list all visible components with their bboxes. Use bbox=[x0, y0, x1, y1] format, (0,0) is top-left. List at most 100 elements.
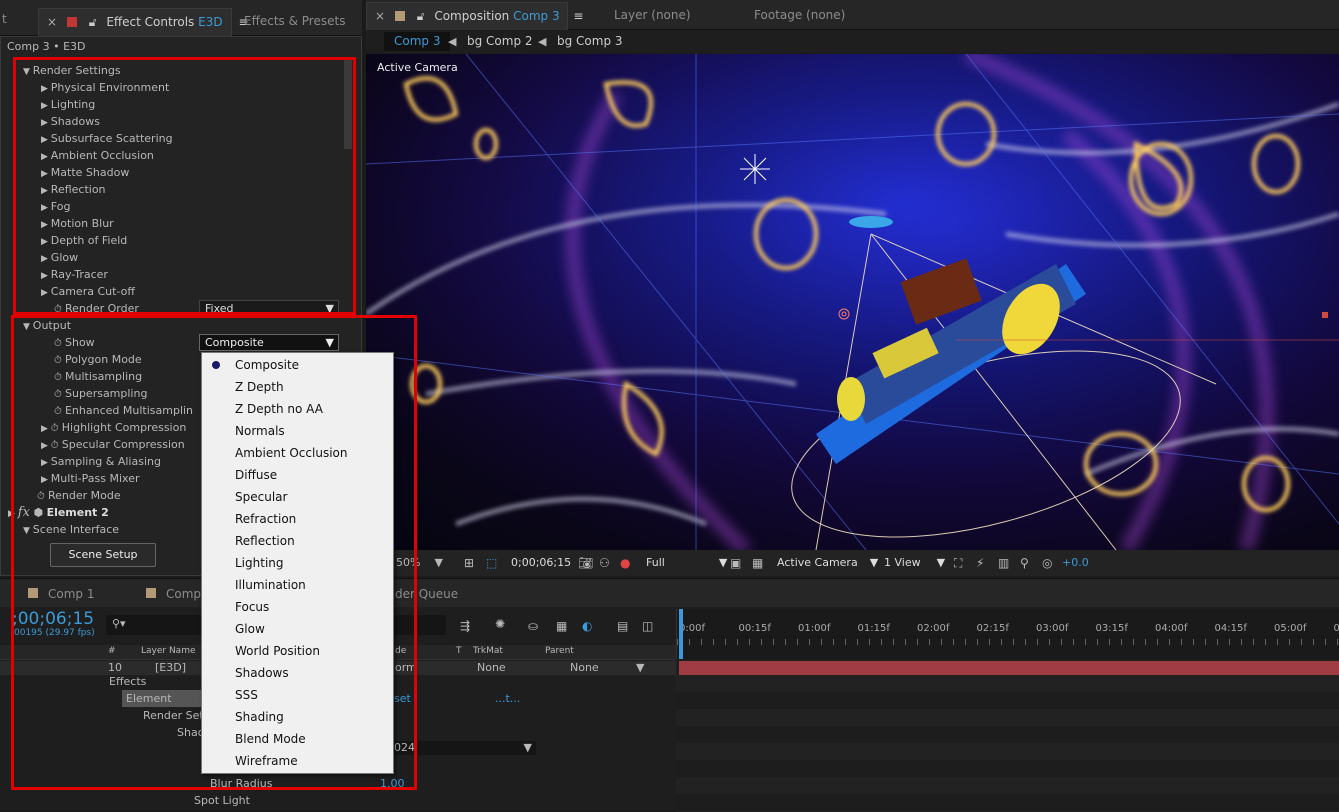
dropdown-option[interactable]: Specular bbox=[202, 486, 393, 508]
scrollbar[interactable] bbox=[344, 59, 352, 149]
dropdown-option[interactable]: Ambient Occlusion bbox=[202, 442, 393, 464]
scene-setup-button[interactable]: Scene Setup bbox=[50, 543, 156, 567]
twirl-closed-icon[interactable]: ▶ bbox=[41, 101, 51, 111]
draft-3d-icon[interactable]: ✺ bbox=[495, 617, 505, 631]
twirl-closed-icon[interactable]: ▶ bbox=[41, 288, 51, 298]
twirl-closed-icon[interactable]: ▶ bbox=[41, 475, 51, 485]
view-layout-select[interactable]: 1 View▼ bbox=[884, 554, 945, 571]
close-icon[interactable]: × bbox=[47, 15, 57, 29]
tl-blur-value[interactable]: 1.00 bbox=[380, 775, 405, 792]
fx-icon[interactable]: fx bbox=[18, 505, 30, 520]
twirl-closed-icon[interactable]: ▶ bbox=[41, 458, 51, 468]
cut-tab[interactable]: t bbox=[0, 8, 9, 32]
resolution-select[interactable]: Full▼ bbox=[646, 554, 727, 571]
scene-interface-group[interactable]: ▼ Scene Interface bbox=[23, 521, 119, 540]
twirl-closed-icon[interactable]: ▶ bbox=[41, 254, 51, 264]
dropdown-option[interactable]: Reflection bbox=[202, 530, 393, 552]
panel-menu-icon[interactable]: ≡ bbox=[573, 9, 583, 23]
dropdown-option[interactable]: Shadows bbox=[202, 662, 393, 684]
tl-reset[interactable]: set bbox=[394, 690, 411, 707]
lock-icon[interactable]: 🔓︎ bbox=[417, 9, 425, 23]
stopwatch-icon[interactable]: ⏱︎ bbox=[54, 338, 65, 349]
dropdown-option[interactable]: Refraction bbox=[202, 508, 393, 530]
dropdown-option[interactable]: Composite bbox=[202, 354, 393, 376]
stopwatch-icon[interactable]: ⏱︎ bbox=[51, 423, 62, 434]
motion-blur-icon[interactable]: ◐ bbox=[582, 619, 592, 633]
tab-comp1[interactable]: Comp 1 bbox=[20, 583, 102, 607]
twirl-closed-icon[interactable]: ▶ bbox=[41, 186, 51, 196]
tl-element[interactable]: Element bbox=[122, 690, 202, 707]
parent-value[interactable]: None bbox=[570, 659, 599, 676]
timecode-display[interactable]: 0;00;06;15 bbox=[511, 554, 571, 571]
dropdown-option[interactable]: Z Depth no AA bbox=[202, 398, 393, 420]
tab-layer[interactable]: Layer (none) bbox=[606, 2, 699, 30]
twirl-closed-icon[interactable]: ▶ bbox=[8, 509, 18, 519]
tab-footage[interactable]: Footage (none) bbox=[746, 2, 853, 30]
checkerboard-icon[interactable]: ▦ bbox=[752, 556, 763, 570]
flowchart-icon[interactable]: ⚲ bbox=[1020, 556, 1029, 570]
twirl-closed-icon[interactable]: ▶ bbox=[41, 237, 51, 247]
twirl-closed-icon[interactable]: ▶ bbox=[41, 135, 51, 145]
twirl-closed-icon[interactable]: ▶ bbox=[41, 152, 51, 162]
crumb-comp3[interactable]: Comp 3 bbox=[384, 32, 450, 51]
dropdown-option[interactable]: SSS bbox=[202, 684, 393, 706]
twirl-closed-icon[interactable]: ▶ bbox=[41, 169, 51, 179]
twirl-closed-icon[interactable]: ▶ bbox=[41, 84, 51, 94]
crumb-bg-comp3[interactable]: bg Comp 3 bbox=[557, 33, 623, 50]
tab-effects-presets[interactable]: Effects & Presets bbox=[236, 8, 353, 36]
roi-icon[interactable]: ▣ bbox=[730, 556, 741, 570]
show-select[interactable]: Composite ▼ bbox=[199, 334, 339, 351]
playhead[interactable] bbox=[679, 609, 683, 659]
reset-exposure-icon[interactable]: ◎ bbox=[1042, 556, 1052, 570]
tl-res-select[interactable]: 024▼ bbox=[390, 741, 536, 755]
close-icon[interactable]: × bbox=[375, 9, 385, 23]
stopwatch-icon[interactable]: ⏱︎ bbox=[37, 491, 48, 502]
color-channels-icon[interactable]: ● bbox=[620, 556, 630, 570]
dropdown-option[interactable]: Wireframe bbox=[202, 750, 393, 772]
dropdown-option[interactable]: Diffuse bbox=[202, 464, 393, 486]
dropdown-option[interactable]: Focus bbox=[202, 596, 393, 618]
dropdown-option[interactable]: World Position bbox=[202, 640, 393, 662]
layer-duration-bar[interactable] bbox=[679, 661, 1339, 675]
fast-preview-icon[interactable]: ⚡︎ bbox=[976, 556, 984, 570]
tab-effect-controls[interactable]: × 🔓︎ Effect Controls E3D ≡ bbox=[38, 8, 232, 36]
region-icon[interactable]: ⊞ bbox=[464, 556, 474, 570]
stopwatch-icon[interactable]: ⏱︎ bbox=[54, 355, 65, 366]
dropdown-option[interactable]: Normals bbox=[202, 420, 393, 442]
dropdown-option[interactable]: Shading bbox=[202, 706, 393, 728]
stopwatch-icon[interactable]: ⏱︎ bbox=[51, 440, 62, 451]
comp-viewer[interactable]: Active Camera bbox=[366, 54, 1339, 550]
render-order-select[interactable]: Fixed ▼ bbox=[199, 300, 339, 316]
exposure-value[interactable]: +0.0 bbox=[1062, 554, 1089, 571]
twirl-closed-icon[interactable]: ▶ bbox=[41, 220, 51, 230]
show-snapshot-icon[interactable]: ⚇ bbox=[599, 556, 610, 570]
twirl-closed-icon[interactable]: ▶ bbox=[41, 424, 51, 434]
tab-composition[interactable]: × 🔓︎ Composition Comp 3 ≡ bbox=[366, 2, 568, 30]
comp-flowchart-icon[interactable]: ⛀ bbox=[528, 619, 538, 633]
twirl-open-icon[interactable]: ▼ bbox=[23, 526, 33, 536]
twirl-closed-icon[interactable]: ▶ bbox=[41, 441, 51, 451]
lock-icon[interactable]: 🔓︎ bbox=[89, 15, 97, 29]
crumb-bg-comp2[interactable]: bg Comp 2 bbox=[467, 33, 533, 50]
twirl-closed-icon[interactable]: ▶ bbox=[41, 203, 51, 213]
zoom-select[interactable]: 50% ▼ bbox=[396, 554, 443, 571]
dropdown-option[interactable]: Illumination bbox=[202, 574, 393, 596]
dropdown-option[interactable]: Z Depth bbox=[202, 376, 393, 398]
stopwatch-icon[interactable]: ⏱︎ bbox=[54, 389, 65, 400]
trkmat-value[interactable]: None bbox=[477, 659, 506, 676]
twirl-closed-icon[interactable]: ▶ bbox=[41, 271, 51, 281]
stopwatch-icon[interactable]: ⏱︎ bbox=[54, 406, 65, 417]
transparency-grid-icon[interactable]: ⬚ bbox=[486, 556, 497, 570]
tab-comp[interactable]: Comp bbox=[138, 583, 209, 607]
toggle-pixel-icon[interactable]: ⛶ bbox=[954, 556, 962, 570]
dropdown-option[interactable]: Lighting bbox=[202, 552, 393, 574]
graph-editor-icon[interactable]: ▤ bbox=[617, 619, 628, 633]
dropdown-option[interactable]: Glow bbox=[202, 618, 393, 640]
camera-icon[interactable]: 📷︎ bbox=[578, 556, 593, 570]
dropdown-option[interactable]: Blend Mode bbox=[202, 728, 393, 750]
twirl-open-icon[interactable]: ▼ bbox=[23, 67, 33, 77]
time-ruler[interactable]: 0:00f00:15f01:00f01:15f02:00f02:15f03:00… bbox=[676, 609, 1339, 659]
timeline-icon[interactable]: ▥ bbox=[998, 556, 1009, 570]
brainstorm-icon[interactable]: ◫ bbox=[642, 619, 653, 633]
stopwatch-icon[interactable]: ⏱︎ bbox=[54, 372, 65, 383]
